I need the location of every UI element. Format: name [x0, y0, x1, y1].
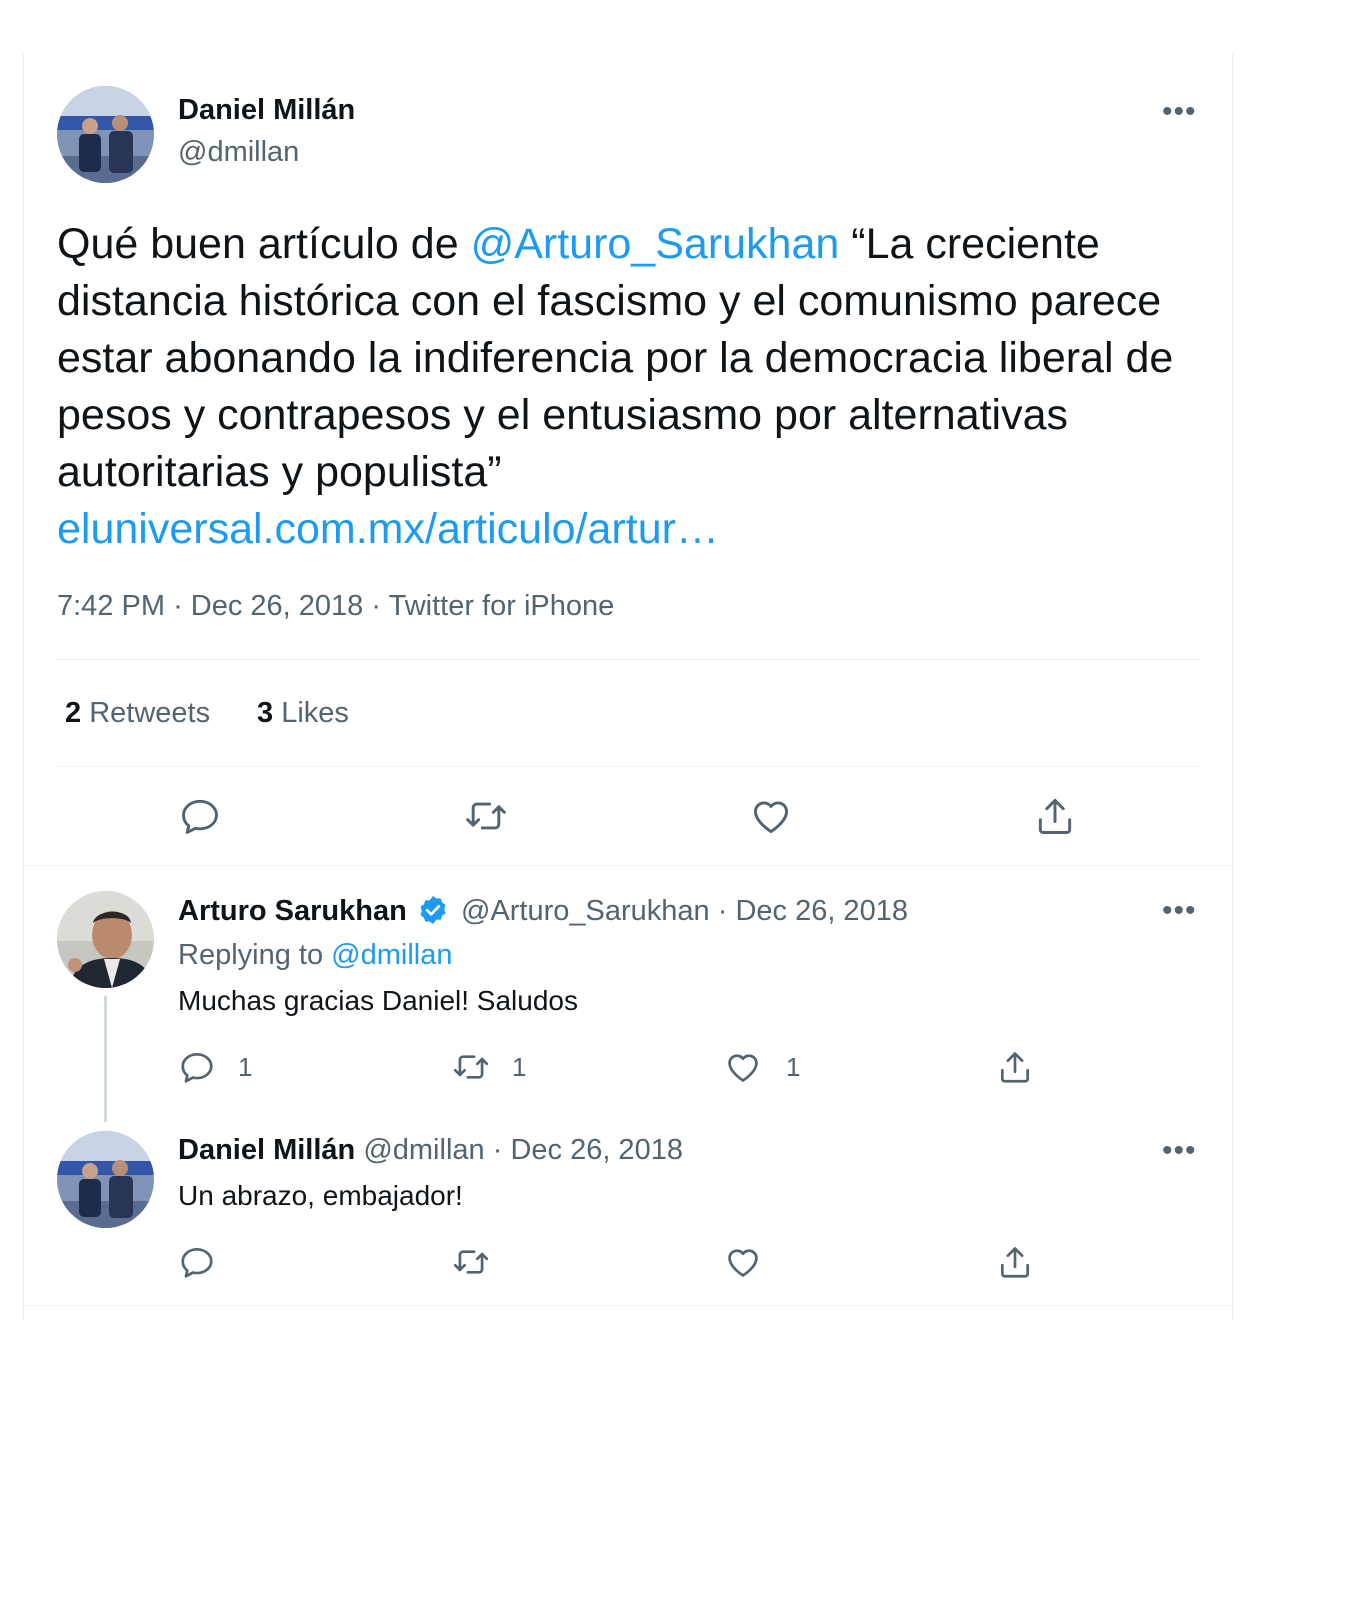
- reply-count: 1: [238, 1052, 253, 1082]
- article-link[interactable]: eluniversal.com.mx/articulo/artur…: [57, 505, 719, 553]
- tweet-meta: 7:42 PM · Dec 26, 2018 · Twitter for iPh…: [57, 590, 614, 623]
- likes-label: Likes: [281, 697, 349, 729]
- retweets-stat[interactable]: 2 Retweets: [65, 697, 210, 730]
- tweet-text: Qué buen artículo de @Arturo_Sarukhan “L…: [57, 216, 1197, 558]
- share-icon[interactable]: [996, 1048, 1034, 1086]
- like-icon[interactable]: [724, 1243, 762, 1281]
- like-icon[interactable]: [724, 1048, 762, 1086]
- likes-count: 3: [257, 697, 274, 729]
- retweets-count: 2: [65, 697, 82, 729]
- like-count: 1: [786, 1052, 801, 1082]
- divider: [24, 865, 1232, 866]
- retweets-label: Retweets: [89, 697, 211, 729]
- meta-separator: ·: [492, 1134, 503, 1166]
- timestamp[interactable]: 7:42 PM: [57, 590, 165, 622]
- replying-to: Replying to @dmillan: [178, 939, 452, 972]
- like-icon[interactable]: [749, 794, 793, 838]
- retweet-icon[interactable]: [462, 794, 510, 838]
- tweet-source[interactable]: Twitter for iPhone: [389, 590, 615, 622]
- retweet-icon[interactable]: [450, 1048, 492, 1086]
- author-handle[interactable]: @dmillan: [178, 136, 299, 169]
- tweet-date[interactable]: Dec 26, 2018: [191, 590, 364, 622]
- reply-icon[interactable]: [178, 1243, 216, 1281]
- share-icon[interactable]: [1033, 794, 1077, 838]
- reply-header: Arturo Sarukhan @Arturo_Sarukhan · Dec 2…: [178, 894, 908, 928]
- reply-icon[interactable]: [178, 1048, 216, 1086]
- more-icon[interactable]: •••: [1162, 97, 1197, 127]
- reply-header: Daniel Millán @dmillan · Dec 26, 2018: [178, 1134, 683, 1167]
- reply-text: Un abrazo, embajador!: [178, 1180, 463, 1211]
- likes-stat[interactable]: 3 Likes: [257, 697, 349, 730]
- replying-to-link[interactable]: @dmillan: [331, 939, 452, 971]
- tweet-thread-card: Daniel Millán @dmillan ••• Qué buen artí…: [23, 52, 1233, 1322]
- reply-text: Muchas gracias Daniel! Saludos: [178, 985, 578, 1016]
- meta-separator: ·: [717, 895, 728, 927]
- retweet-count: 1: [512, 1052, 527, 1082]
- author-name[interactable]: Daniel Millán: [178, 1134, 355, 1166]
- thread-line: [104, 996, 107, 1122]
- meta-separator: ·: [371, 590, 382, 622]
- mention-link[interactable]: @Arturo_Sarukhan: [471, 220, 840, 268]
- share-icon[interactable]: [996, 1243, 1034, 1281]
- divider: [57, 766, 1199, 767]
- author-handle[interactable]: @dmillan: [363, 1134, 484, 1166]
- divider: [57, 659, 1199, 660]
- avatar-daniel-millan[interactable]: [57, 86, 154, 183]
- more-icon[interactable]: •••: [1162, 1136, 1197, 1166]
- tweet-text-intro: Qué buen artículo de: [57, 220, 471, 268]
- reply-date[interactable]: Dec 26, 2018: [510, 1134, 683, 1166]
- replying-prefix: Replying to: [178, 939, 324, 971]
- divider: [24, 1305, 1232, 1306]
- author-name[interactable]: Daniel Millán: [178, 94, 355, 127]
- meta-separator: ·: [173, 590, 183, 622]
- reply-icon[interactable]: [178, 794, 222, 838]
- author-handle[interactable]: @Arturo_Sarukhan: [461, 895, 710, 927]
- author-name[interactable]: Arturo Sarukhan: [178, 895, 407, 927]
- avatar-arturo-sarukhan[interactable]: [57, 891, 154, 988]
- retweet-icon[interactable]: [450, 1243, 492, 1281]
- more-icon[interactable]: •••: [1162, 896, 1197, 926]
- verified-badge-icon: [417, 894, 449, 926]
- avatar-daniel-millan[interactable]: [57, 1131, 154, 1228]
- reply-date[interactable]: Dec 26, 2018: [735, 895, 908, 927]
